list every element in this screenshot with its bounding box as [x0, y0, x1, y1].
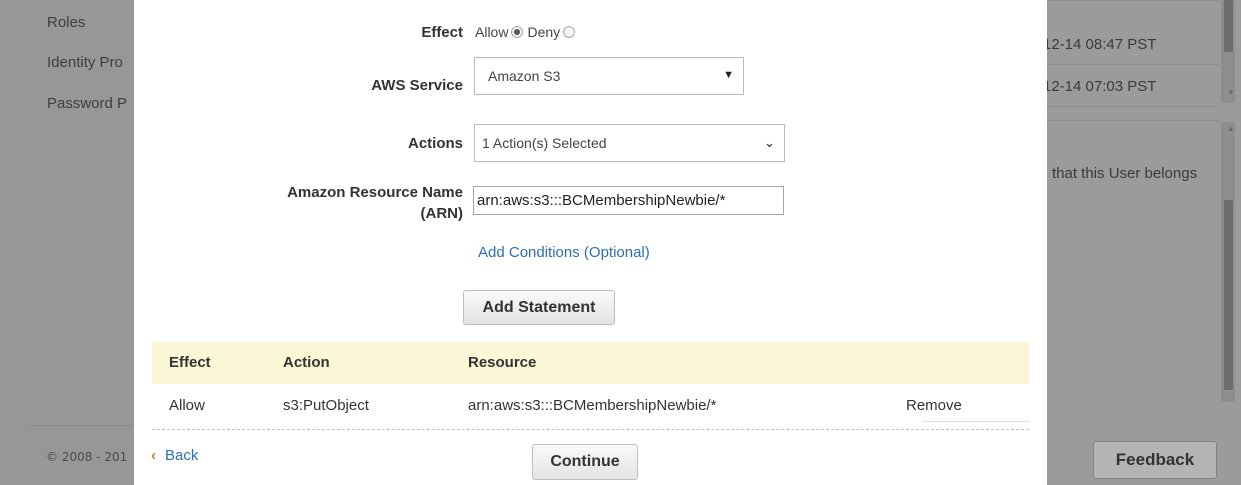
aws-service-value: Amazon S3: [488, 68, 561, 84]
statements-table-header: Effect Action Resource: [152, 342, 1029, 384]
dropdown-caret-icon: ▼: [723, 69, 734, 81]
scroll-up-arrow-icon[interactable]: ▲: [1227, 124, 1235, 133]
aws-service-label: AWS Service: [371, 77, 463, 94]
statement-action: s3:PutObject: [283, 397, 369, 414]
policy-generator-dialog: Effect Allow Deny AWS Service Amazon S3 …: [134, 0, 1047, 485]
row-divider: [1047, 120, 1219, 121]
row-divider: [1047, 64, 1219, 65]
scroll-down-arrow-icon[interactable]: ▼: [1227, 88, 1235, 97]
column-header-action: Action: [283, 354, 330, 371]
timestamp-1: 12-14 08:47 PST: [1047, 36, 1157, 53]
column-header-effect: Effect: [169, 354, 211, 371]
background-right-panel: 12-14 08:47 PST 12-14 07:03 PST that thi…: [1047, 0, 1241, 485]
statement-resource: arn:aws:s3:::BCMembershipNewbie/*: [468, 397, 717, 414]
back-chevron-icon: ‹: [151, 447, 156, 464]
effect-allow-label: Allow: [475, 24, 509, 40]
arn-label-line-2: (ARN): [420, 205, 464, 222]
table-row: Allow s3:PutObject arn:aws:s3:::BCMember…: [152, 384, 1030, 428]
continue-button[interactable]: Continue: [532, 444, 638, 480]
nav-item-identity-providers: Identity Pro: [47, 54, 123, 71]
row-divider: [1047, 106, 1219, 107]
timestamp-2: 12-14 07:03 PST: [1047, 78, 1157, 95]
actions-select[interactable]: 1 Action(s) Selected ⌄: [474, 124, 785, 162]
add-statement-button[interactable]: Add Statement: [463, 290, 615, 325]
arn-label: Amazon Resource Name (ARN): [287, 182, 463, 224]
effect-label: Effect: [421, 24, 463, 41]
back-label: Back: [165, 447, 199, 464]
actions-label: Actions: [407, 135, 463, 152]
effect-options: Allow Deny: [475, 24, 579, 40]
table-bottom-divider: [152, 429, 1029, 430]
statement-effect: Allow: [169, 397, 205, 414]
actions-value: 1 Action(s) Selected: [482, 135, 607, 151]
background-left-panel: Roles Identity Pro Password P © 2008 - 2…: [0, 0, 134, 485]
effect-allow-radio[interactable]: [511, 26, 524, 38]
lower-scrollbar-thumb[interactable]: [1224, 200, 1233, 390]
row-divider: [1047, 0, 1219, 1]
feedback-button[interactable]: Feedback: [1093, 441, 1217, 479]
row-divider: [922, 421, 1030, 422]
aws-service-select[interactable]: Amazon S3 ▼: [474, 57, 744, 95]
footer-divider: [30, 425, 134, 426]
nav-item-roles: Roles: [47, 14, 86, 31]
back-link[interactable]: ‹ Back: [151, 447, 198, 464]
effect-deny-radio[interactable]: [563, 26, 576, 38]
remove-statement-link[interactable]: Remove: [906, 397, 962, 414]
add-conditions-link[interactable]: Add Conditions (Optional): [478, 244, 650, 261]
nav-item-password-policy: Password P: [47, 95, 128, 112]
arn-input[interactable]: arn:aws:s3:::BCMembershipNewbie/*: [473, 186, 784, 215]
copyright-text: © 2008 - 201: [46, 450, 128, 464]
effect-deny-label: Deny: [527, 24, 561, 40]
column-header-resource: Resource: [468, 354, 537, 371]
chevron-down-icon: ⌄: [764, 135, 775, 150]
upper-scrollbar-thumb[interactable]: [1224, 0, 1233, 52]
groups-note: that this User belongs: [1052, 165, 1198, 182]
arn-label-line-1: Amazon Resource Name: [287, 184, 463, 201]
